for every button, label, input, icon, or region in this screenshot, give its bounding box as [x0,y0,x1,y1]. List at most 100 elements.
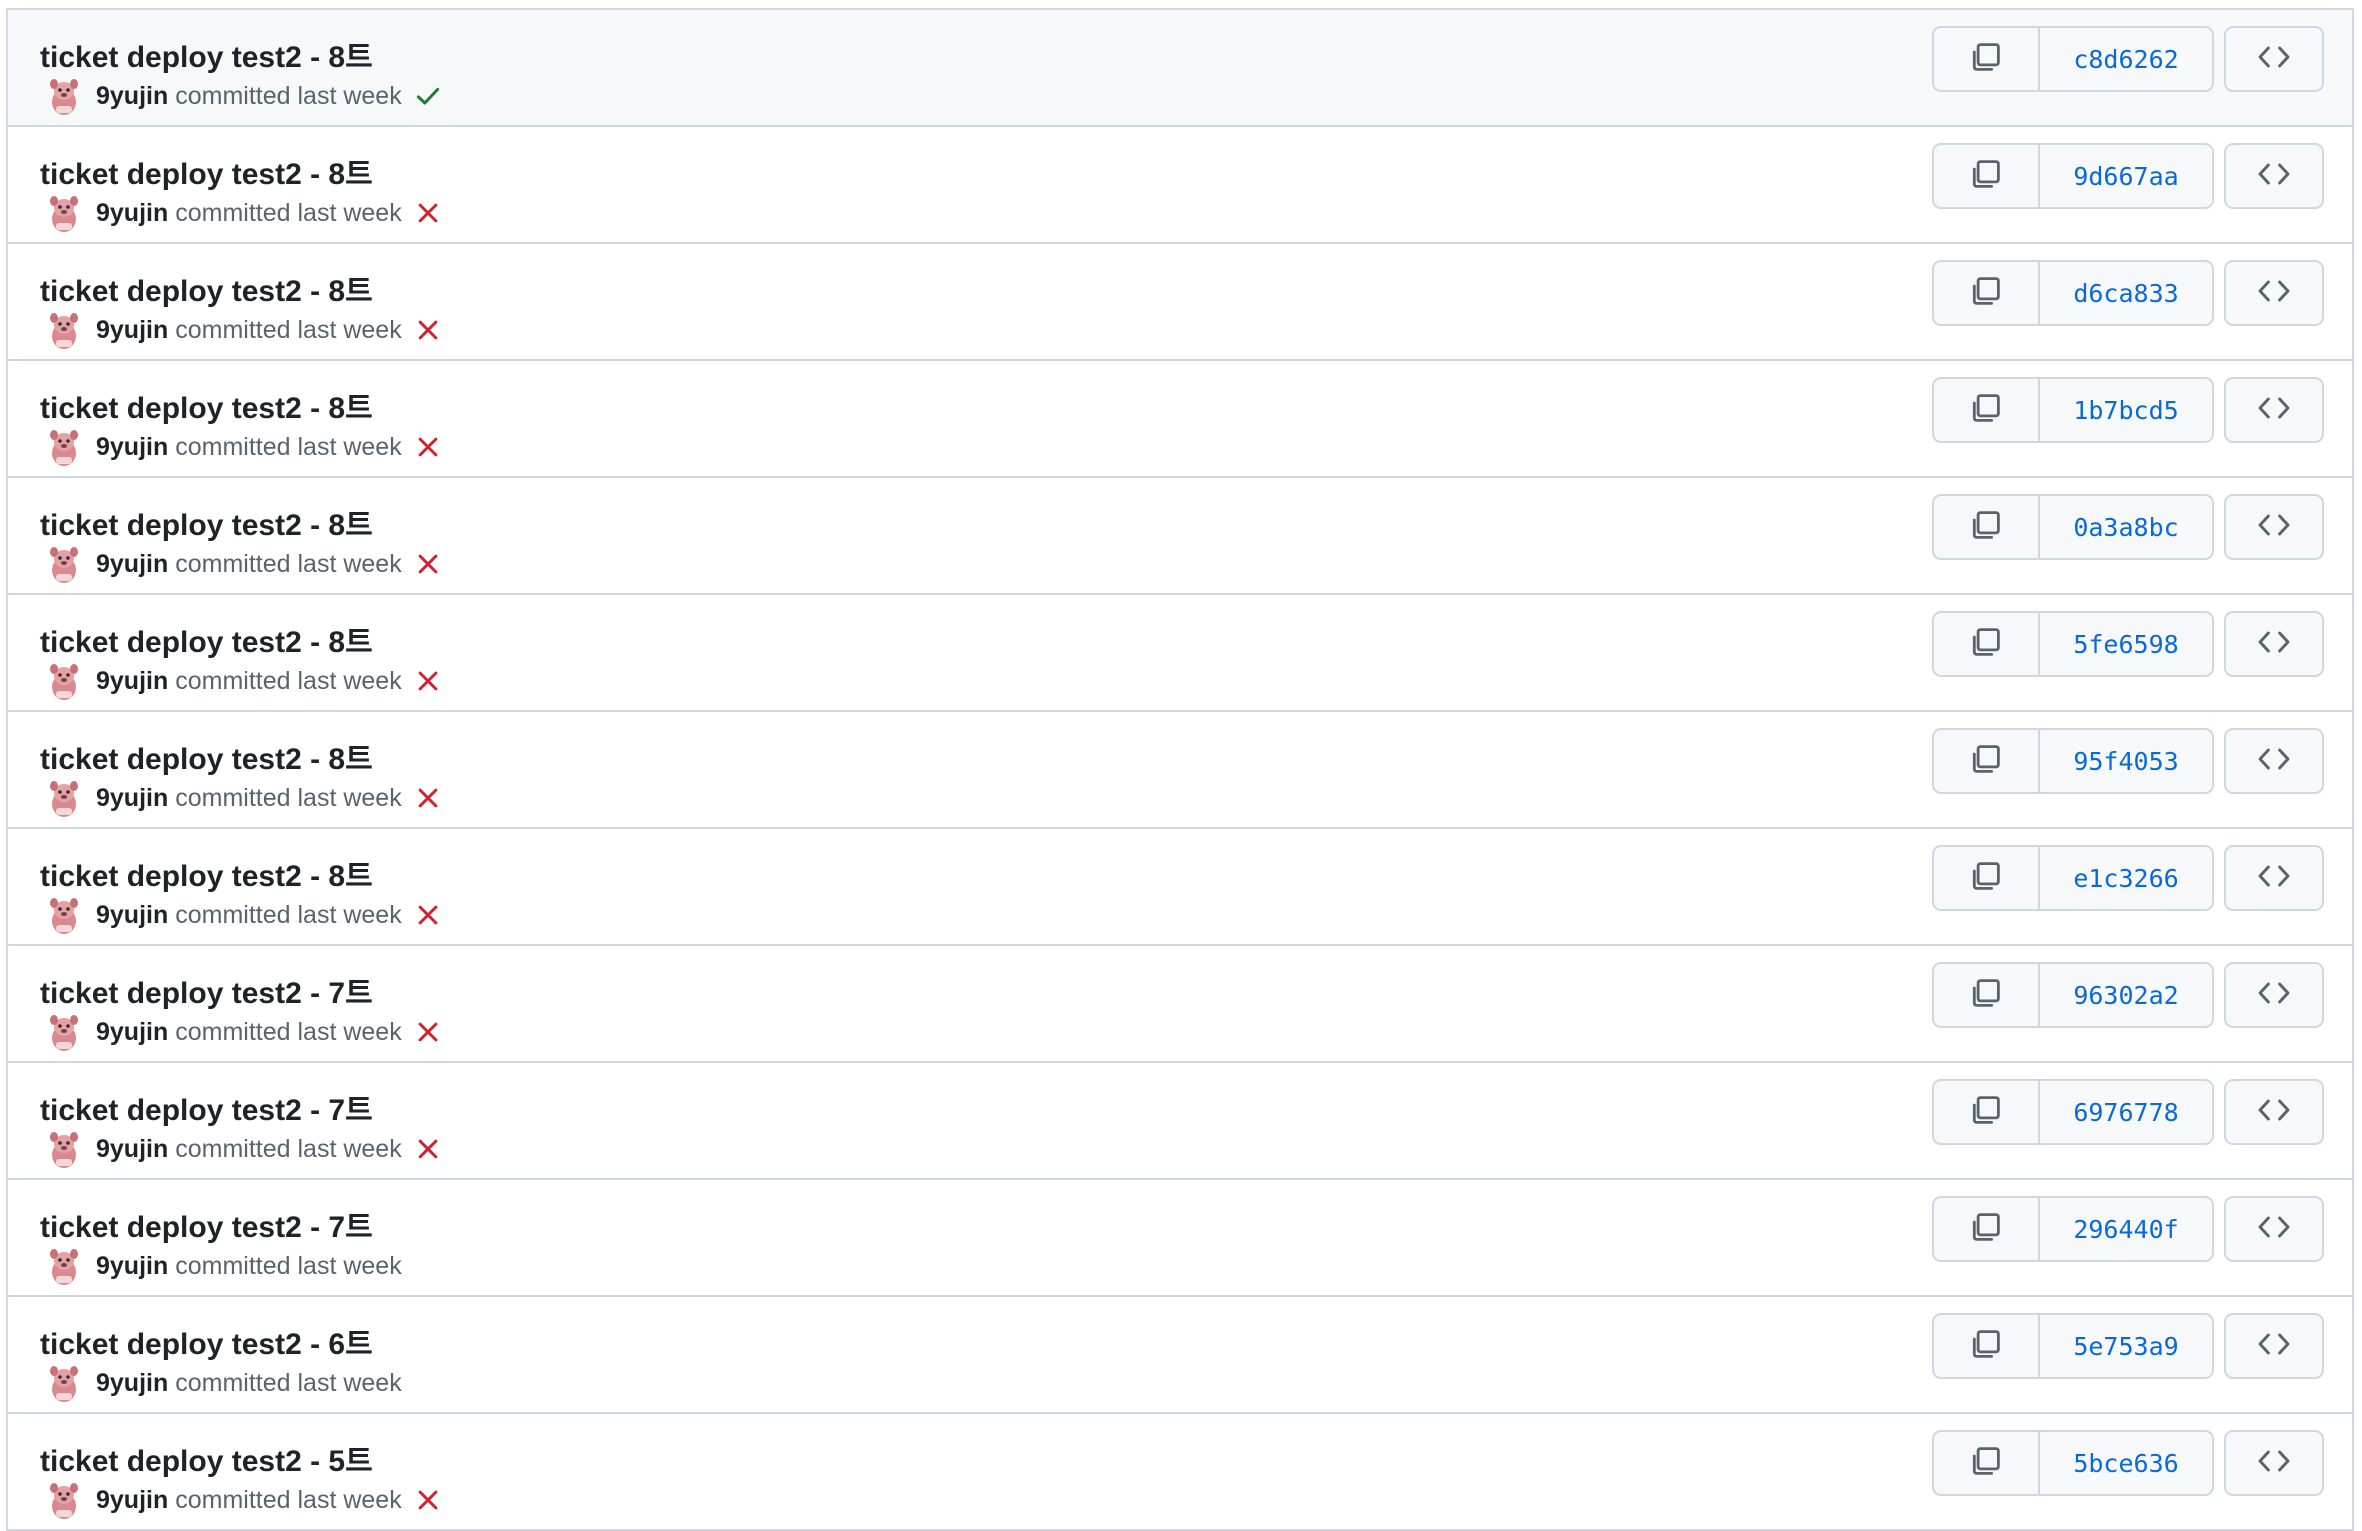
copy-sha-button[interactable] [1932,1196,2040,1262]
commit-title[interactable]: ticket deploy test2 - 8트 [40,851,373,895]
browse-repo-button[interactable] [2224,377,2324,443]
commit-row[interactable]: ticket deploy test2 - 6트 9yujin committe… [8,1297,2352,1414]
commit-title[interactable]: ticket deploy test2 - 8트 [40,500,373,544]
avatar[interactable] [46,310,82,350]
x-icon[interactable] [414,1135,442,1163]
author-name[interactable]: 9yujin [96,1369,168,1398]
avatar[interactable] [46,1012,82,1052]
copy-sha-button[interactable] [1932,1430,2040,1496]
commit-sha-link[interactable]: 95f4053 [2040,728,2214,794]
browse-repo-button[interactable] [2224,1313,2324,1379]
browse-repo-button[interactable] [2224,143,2324,209]
avatar[interactable] [46,193,82,233]
commit-title[interactable]: ticket deploy test2 - 8트 [40,734,373,778]
commit-sha-link[interactable]: c8d6262 [2040,26,2214,92]
x-icon[interactable] [414,1486,442,1514]
avatar[interactable] [46,1246,82,1286]
commit-row[interactable]: ticket deploy test2 - 8트 9yujin committe… [8,595,2352,712]
commit-sha-link[interactable]: 296440f [2040,1196,2214,1262]
avatar[interactable] [46,1129,82,1169]
commit-title[interactable]: ticket deploy test2 - 8트 [40,149,373,193]
x-icon[interactable] [414,1018,442,1046]
commit-sha-link[interactable]: 6976778 [2040,1079,2214,1145]
x-icon[interactable] [414,316,442,344]
author-name[interactable]: 9yujin [96,1018,168,1047]
commit-row[interactable]: ticket deploy test2 - 8트 9yujin committe… [8,478,2352,595]
commit-title[interactable]: ticket deploy test2 - 7트 [40,1202,373,1246]
commit-title[interactable]: ticket deploy test2 - 6트 [40,1319,373,1363]
x-icon[interactable] [414,784,442,812]
browse-repo-button[interactable] [2224,962,2324,1028]
commit-title[interactable]: ticket deploy test2 - 7트 [40,1085,373,1129]
author-name[interactable]: 9yujin [96,1135,168,1164]
x-icon[interactable] [414,550,442,578]
commit-title[interactable]: ticket deploy test2 - 8트 [40,266,373,310]
commit-sha-link[interactable]: 5bce636 [2040,1430,2214,1496]
commit-row[interactable]: ticket deploy test2 - 8트 9yujin committe… [8,712,2352,829]
browse-repo-button[interactable] [2224,260,2324,326]
commit-row[interactable]: ticket deploy test2 - 8트 9yujin committe… [8,361,2352,478]
commit-sha-link[interactable]: 96302a2 [2040,962,2214,1028]
copy-sha-button[interactable] [1932,845,2040,911]
commit-row[interactable]: ticket deploy test2 - 7트 9yujin committe… [8,1063,2352,1180]
avatar[interactable] [46,778,82,818]
copy-sha-button[interactable] [1932,728,2040,794]
author-name[interactable]: 9yujin [96,784,168,813]
browse-repo-button[interactable] [2224,845,2324,911]
copy-sha-button[interactable] [1932,494,2040,560]
commit-row[interactable]: ticket deploy test2 - 5트 9yujin committe… [8,1414,2352,1531]
author-name[interactable]: 9yujin [96,82,168,111]
x-icon[interactable] [414,901,442,929]
author-name[interactable]: 9yujin [96,1252,168,1281]
copy-sha-button[interactable] [1932,143,2040,209]
check-icon[interactable] [414,82,442,110]
copy-sha-button[interactable] [1932,1079,2040,1145]
commit-title[interactable]: ticket deploy test2 - 8트 [40,617,373,661]
copy-sha-button[interactable] [1932,260,2040,326]
commit-sha-link[interactable]: d6ca833 [2040,260,2214,326]
browse-repo-button[interactable] [2224,494,2324,560]
commit-sha-link[interactable]: 1b7bcd5 [2040,377,2214,443]
author-name[interactable]: 9yujin [96,1486,168,1515]
commit-title[interactable]: ticket deploy test2 - 8트 [40,32,373,76]
x-icon[interactable] [414,199,442,227]
copy-sha-button[interactable] [1932,962,2040,1028]
browse-repo-button[interactable] [2224,1196,2324,1262]
commit-row[interactable]: ticket deploy test2 - 7트 9yujin committe… [8,946,2352,1063]
copy-sha-button[interactable] [1932,611,2040,677]
commit-row[interactable]: ticket deploy test2 - 8트 9yujin committe… [8,127,2352,244]
author-name[interactable]: 9yujin [96,550,168,579]
browse-repo-button[interactable] [2224,1079,2324,1145]
commit-title[interactable]: ticket deploy test2 - 8트 [40,383,373,427]
browse-repo-button[interactable] [2224,728,2324,794]
commit-sha-link[interactable]: e1c3266 [2040,845,2214,911]
commit-row[interactable]: ticket deploy test2 - 8트 9yujin committe… [8,10,2352,127]
commit-sha-link[interactable]: 5fe6598 [2040,611,2214,677]
browse-repo-button[interactable] [2224,1430,2324,1496]
avatar[interactable] [46,895,82,935]
avatar[interactable] [46,1480,82,1520]
avatar[interactable] [46,661,82,701]
commit-sha-link[interactable]: 9d667aa [2040,143,2214,209]
commit-row[interactable]: ticket deploy test2 - 8트 9yujin committe… [8,244,2352,361]
author-name[interactable]: 9yujin [96,316,168,345]
author-name[interactable]: 9yujin [96,901,168,930]
avatar[interactable] [46,427,82,467]
copy-sha-button[interactable] [1932,377,2040,443]
commit-row[interactable]: ticket deploy test2 - 7트 9yujin committe… [8,1180,2352,1297]
copy-sha-button[interactable] [1932,1313,2040,1379]
commit-title[interactable]: ticket deploy test2 - 7트 [40,968,373,1012]
commit-sha-link[interactable]: 5e753a9 [2040,1313,2214,1379]
avatar[interactable] [46,1363,82,1403]
author-name[interactable]: 9yujin [96,667,168,696]
commit-title[interactable]: ticket deploy test2 - 5트 [40,1436,373,1480]
avatar[interactable] [46,544,82,584]
browse-repo-button[interactable] [2224,611,2324,677]
commit-row[interactable]: ticket deploy test2 - 8트 9yujin committe… [8,829,2352,946]
x-icon[interactable] [414,433,442,461]
x-icon[interactable] [414,667,442,695]
browse-repo-button[interactable] [2224,26,2324,92]
avatar[interactable] [46,76,82,116]
copy-sha-button[interactable] [1932,26,2040,92]
commit-sha-link[interactable]: 0a3a8bc [2040,494,2214,560]
